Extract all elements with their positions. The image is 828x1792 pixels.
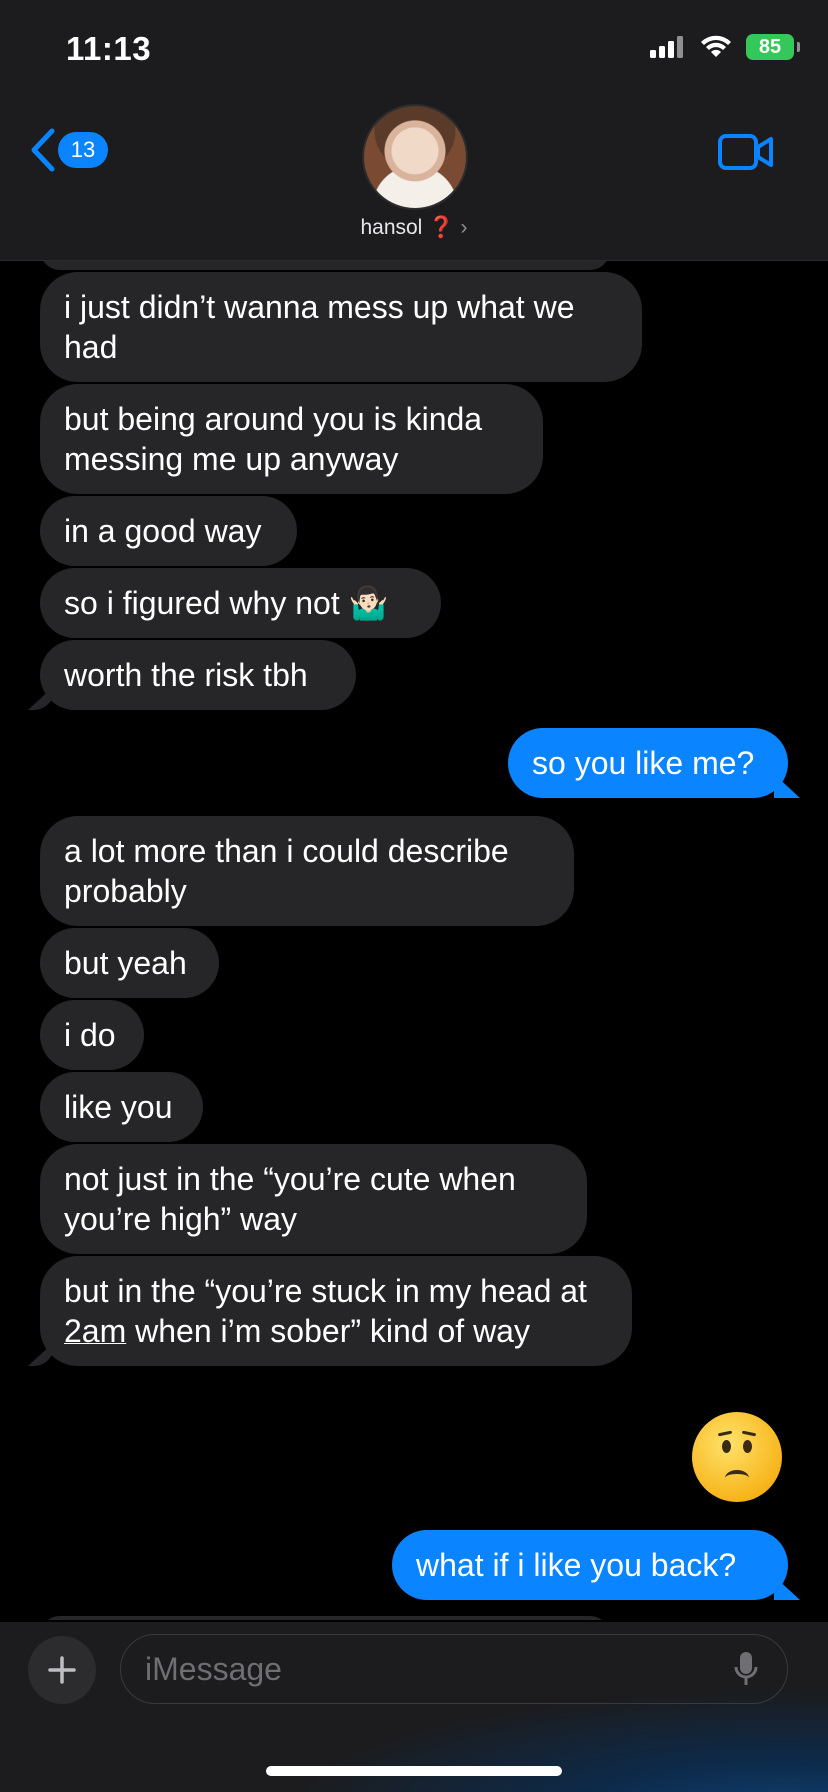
message-text: i do (64, 1017, 116, 1053)
unread-count-badge: 13 (58, 132, 108, 168)
status-time: 11:13 (66, 30, 152, 67)
message-bubble-outgoing[interactable]: what if i like you back? (392, 1530, 788, 1600)
message-input[interactable]: iMessage (120, 1634, 788, 1704)
chevron-right-icon: › (460, 216, 468, 239)
message-text: so you like me? (532, 745, 755, 781)
message-bubble-outgoing[interactable]: so you like me? (508, 728, 788, 798)
message-text: but being around you is kinda messing me… (64, 401, 483, 477)
contact-name-button[interactable]: hansol ❓ › (0, 216, 828, 240)
battery-icon: 85 (746, 34, 800, 60)
message-bubble-incoming[interactable] (40, 1616, 610, 1620)
message-text: i just didn’t wanna mess up what we had (64, 289, 575, 365)
conversation-header: 11:13 85 13 hansol ❓ › (0, 0, 828, 261)
composer-bar: iMessage (0, 1622, 828, 1792)
message-bubble-incoming[interactable]: i do (40, 1000, 144, 1070)
status-icons: 85 (650, 34, 800, 60)
message-bubble-incoming[interactable]: like you (40, 1072, 203, 1142)
time-link[interactable]: 2am (64, 1313, 126, 1349)
contact-avatar[interactable] (362, 104, 468, 210)
back-chevron-icon (31, 128, 55, 172)
back-button[interactable]: 13 (30, 128, 108, 172)
message-bubble-incoming[interactable]: a lot more than i could describe probabl… (40, 816, 574, 926)
message-bubble-incoming[interactable]: not just in the “you’re cute when you’re… (40, 1144, 587, 1254)
message-text: what if i like you back? (416, 1547, 737, 1583)
message-text: but in the “you’re stuck in my head at 2… (64, 1273, 587, 1349)
message-bubble-incoming[interactable]: worth the risk tbh (40, 640, 356, 710)
contact-emoji: ❓ (428, 216, 455, 239)
contact-name: hansol (360, 216, 423, 239)
message-input-placeholder: iMessage (145, 1650, 282, 1687)
message-text: in a good way (64, 513, 262, 549)
message-bubble-incoming[interactable]: so i figured why not 🤷🏻‍♂️ (40, 568, 441, 638)
message-text: so i figured why not 🤷🏻‍♂️ (64, 585, 389, 621)
apps-plus-button[interactable] (28, 1636, 96, 1704)
microphone-icon[interactable] (733, 1650, 759, 1688)
message-bubble-incoming[interactable]: i just didn’t wanna mess up what we had (40, 272, 642, 382)
message-bubble-incoming[interactable]: but being around you is kinda messing me… (40, 384, 543, 494)
wifi-icon (701, 35, 731, 57)
video-camera-icon (718, 134, 773, 170)
message-text: not just in the “you’re cute when you’re… (64, 1161, 516, 1237)
message-text: a lot more than i could describe probabl… (64, 833, 509, 909)
plus-icon (48, 1656, 76, 1684)
frowning-face-emoji-icon[interactable] (692, 1412, 782, 1502)
message-text: worth the risk tbh (64, 657, 308, 693)
message-text: but yeah (64, 945, 187, 981)
video-call-button[interactable] (718, 133, 774, 176)
message-bubble-incoming[interactable]: but in the “you’re stuck in my head at 2… (40, 1256, 632, 1366)
message-text: like you (64, 1089, 173, 1125)
cellular-signal-icon (650, 36, 683, 58)
message-bubble-incoming[interactable]: in a good way (40, 496, 297, 566)
message-bubble-incoming[interactable]: but yeah (40, 928, 219, 998)
home-indicator[interactable] (266, 1766, 562, 1776)
